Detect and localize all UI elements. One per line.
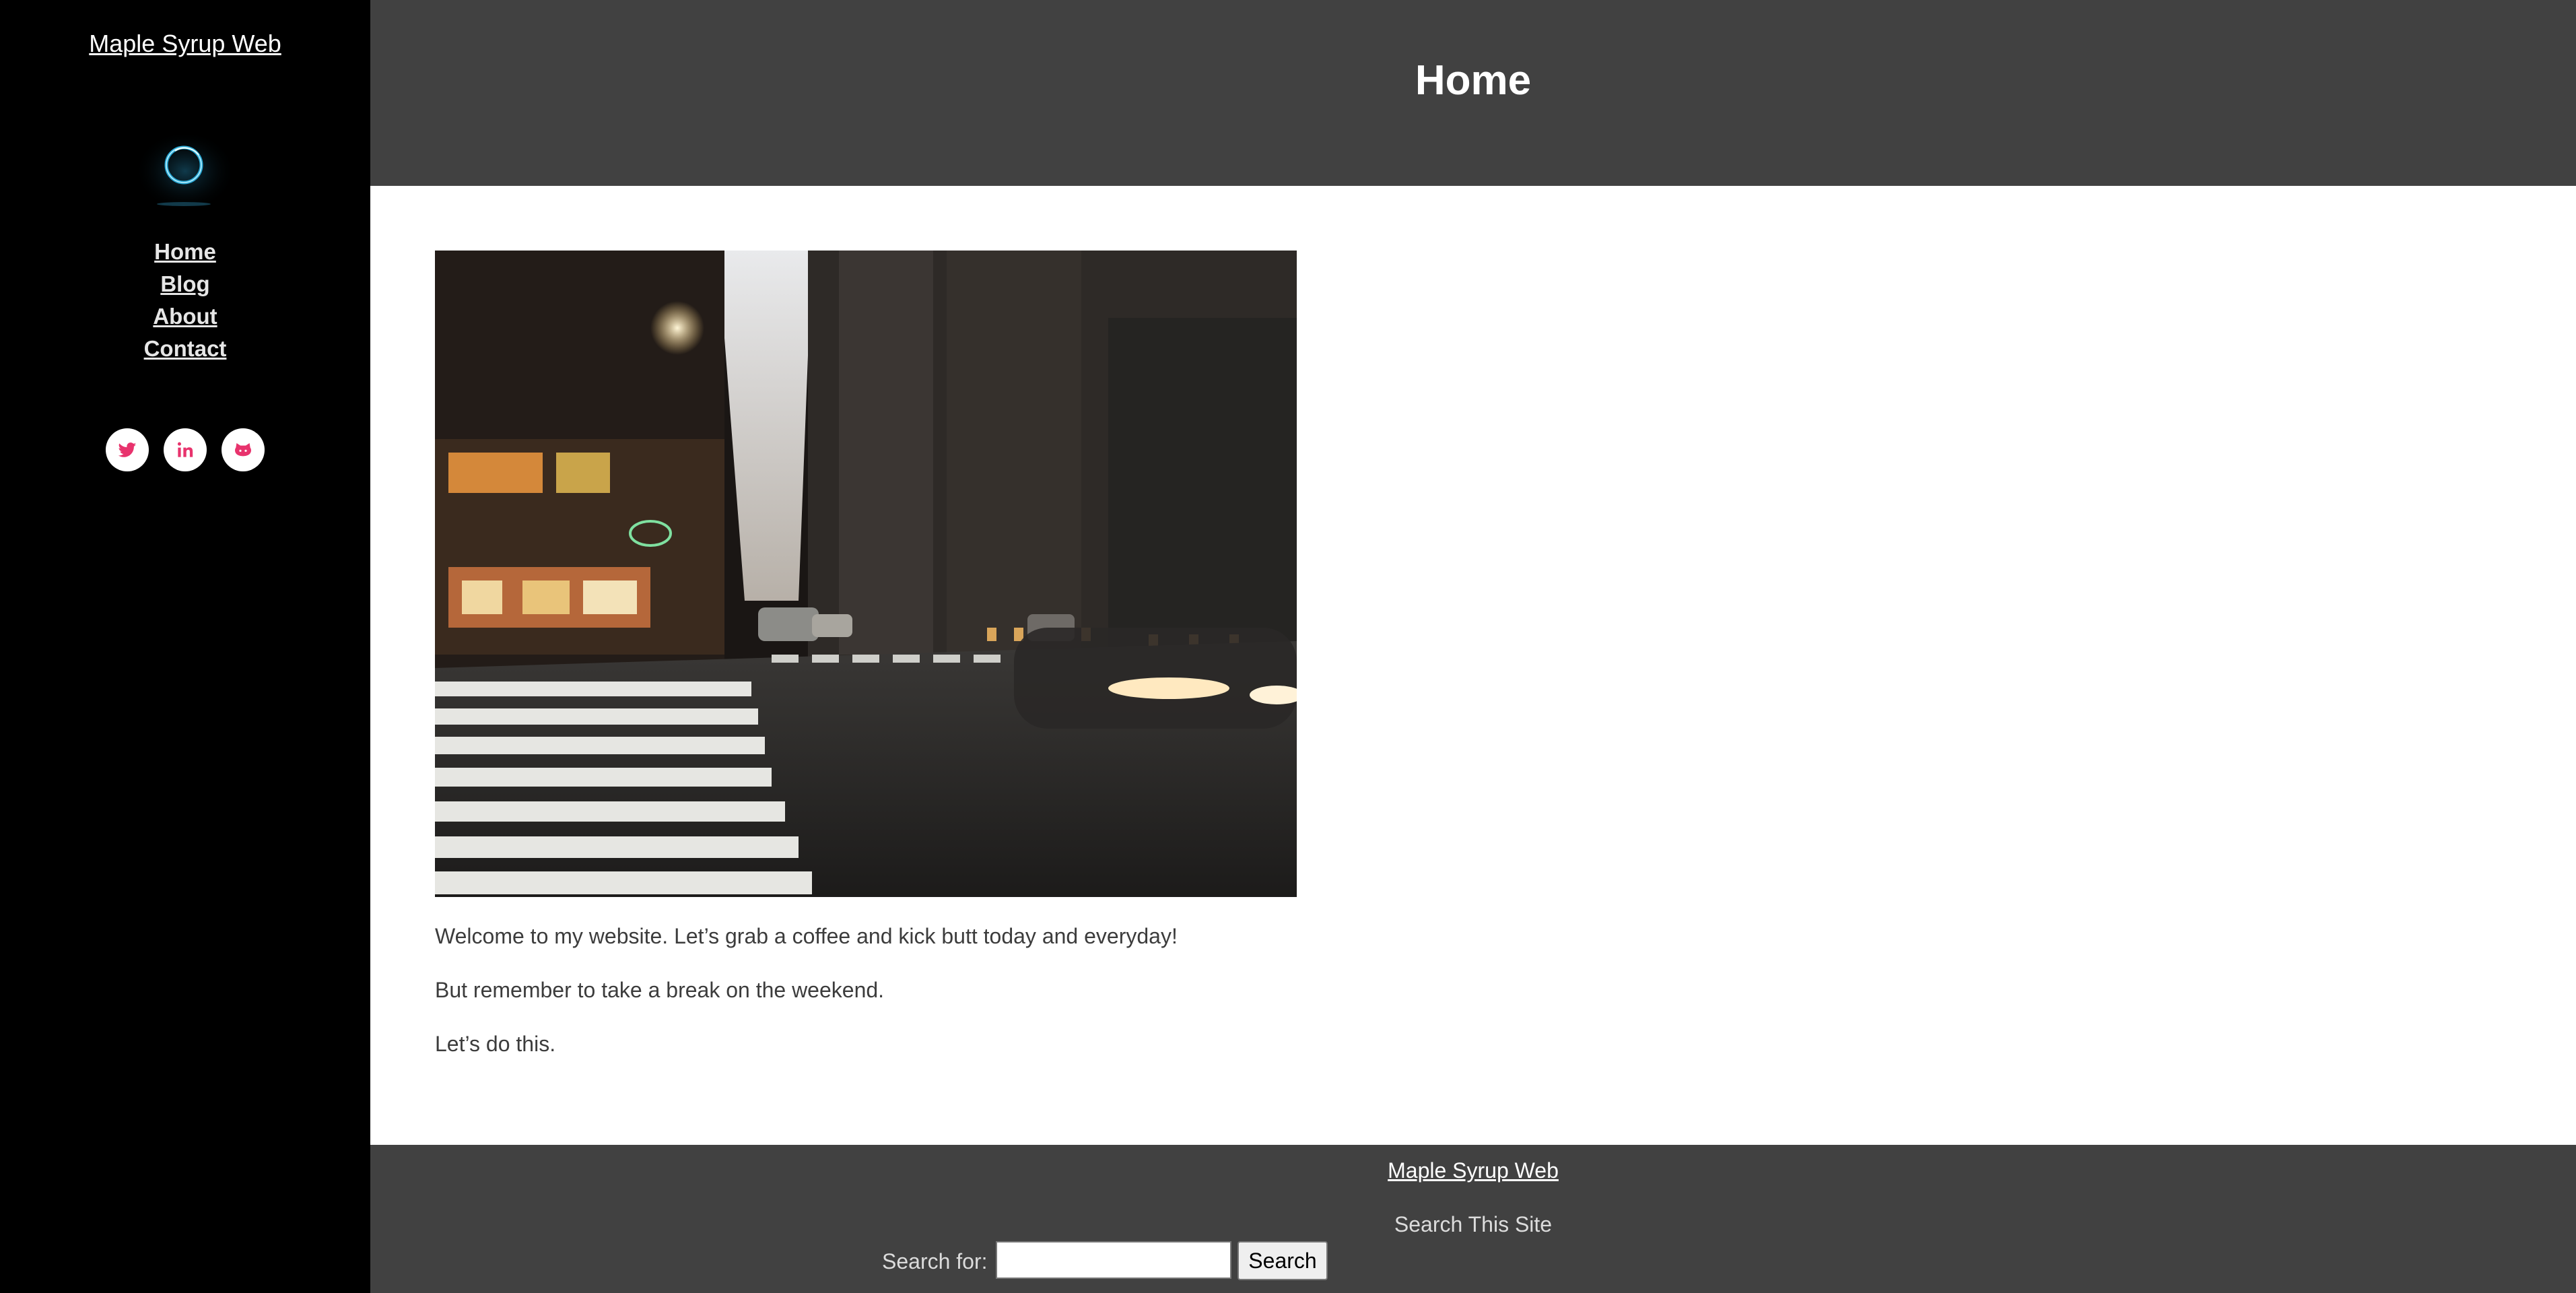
- nav-link-blog[interactable]: Blog: [0, 268, 370, 300]
- search-button[interactable]: Search: [1238, 1241, 1328, 1280]
- sidebar: Maple Syrup Web Home Blog About Contact: [0, 0, 370, 1293]
- nav-link-home[interactable]: Home: [0, 236, 370, 268]
- search-label: Search for:: [882, 1249, 988, 1273]
- twitter-icon: [118, 442, 137, 457]
- main-nav: Home Blog About Contact: [0, 236, 370, 365]
- weekend-paragraph: But remember to take a break on the week…: [435, 978, 885, 1002]
- social-links: [0, 428, 370, 471]
- linkedin-icon: [177, 442, 193, 457]
- page-header: Home: [370, 0, 2576, 186]
- linkedin-link[interactable]: [164, 428, 207, 471]
- search-form: Search for: Search: [0, 1241, 2206, 1282]
- hero-image: [435, 251, 1303, 897]
- nav-link-contact[interactable]: Contact: [0, 333, 370, 365]
- search-input[interactable]: [996, 1241, 1231, 1279]
- twitter-link[interactable]: [106, 428, 149, 471]
- site-title-link[interactable]: Maple Syrup Web: [0, 30, 370, 58]
- nav-link-about[interactable]: About: [0, 300, 370, 333]
- footer-site-link[interactable]: Maple Syrup Web: [370, 1158, 2576, 1183]
- github-icon: [235, 443, 251, 457]
- page-title: Home: [1415, 57, 1532, 104]
- github-link[interactable]: [222, 428, 265, 471]
- welcome-paragraph: Welcome to my website. Let’s grab a coff…: [435, 924, 1178, 948]
- closing-paragraph: Let’s do this.: [435, 1032, 556, 1056]
- search-heading: Search This Site: [1394, 1212, 1553, 1236]
- site-logo-icon[interactable]: [135, 135, 236, 216]
